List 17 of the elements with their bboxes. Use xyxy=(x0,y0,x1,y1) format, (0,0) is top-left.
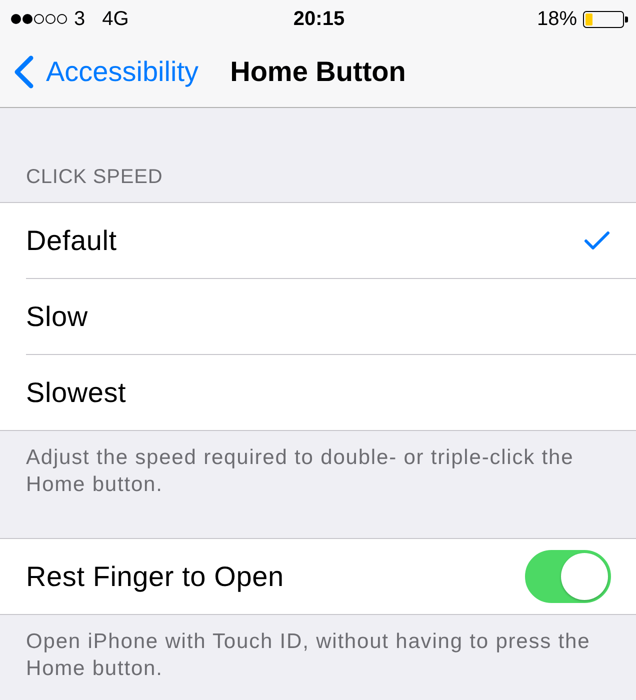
back-button[interactable]: Accessibility xyxy=(0,54,198,88)
network-type: 4G xyxy=(102,8,129,30)
list-item[interactable]: Slow xyxy=(0,279,636,355)
list-item[interactable]: Slowest xyxy=(0,355,636,430)
section-header: CLICK SPEED xyxy=(26,166,163,188)
section-footer: Adjust the speed required to double- or triple-click the Home button. xyxy=(0,431,636,498)
signal-strength-icon xyxy=(10,13,67,25)
chevron-left-icon xyxy=(13,54,35,88)
clock-time: 20:15 xyxy=(293,8,345,30)
toggle-switch[interactable] xyxy=(525,550,611,603)
row-label: Rest Finger to Open xyxy=(26,560,284,592)
battery-percentage: 18% xyxy=(536,8,577,30)
battery-icon xyxy=(583,10,628,28)
page-title: Home Button xyxy=(230,56,406,88)
list-item[interactable]: Default xyxy=(0,203,636,279)
carrier-name: 3 xyxy=(74,8,86,30)
section-footer: Open iPhone with Touch ID, without having to press the Home button. xyxy=(0,615,636,682)
